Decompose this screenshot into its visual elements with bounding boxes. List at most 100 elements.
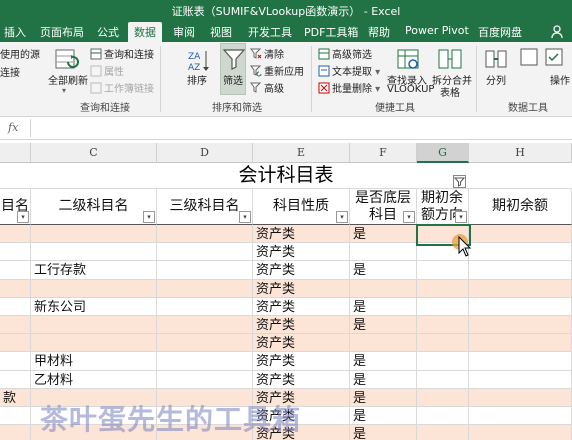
- cell-c-row-3[interactable]: 工行存款: [31, 261, 157, 280]
- cell-e-row-2[interactable]: 资产类: [253, 243, 350, 262]
- filter-dropdown-icon[interactable]: ▾: [17, 211, 29, 223]
- cell-e-row-3[interactable]: 资产类: [253, 261, 350, 280]
- cell-b-row-8[interactable]: [0, 352, 31, 371]
- column-header-f[interactable]: F: [350, 143, 417, 163]
- cell-g-row-10[interactable]: [417, 388, 469, 407]
- cell-b-row-2[interactable]: [0, 243, 31, 262]
- cell-f-row-4[interactable]: [350, 279, 417, 298]
- cell-e-row-5[interactable]: 资产类: [253, 297, 350, 316]
- filter-dropdown-icon[interactable]: ▾: [455, 211, 467, 223]
- edit-links-button[interactable]: 工作簿链接: [90, 80, 154, 95]
- cell-g-row-6[interactable]: [417, 316, 469, 335]
- tab-pdf-tools[interactable]: PDF工具箱: [304, 24, 358, 42]
- cell-d-row-5[interactable]: [157, 297, 253, 316]
- column-header-h[interactable]: H: [469, 143, 572, 163]
- cell-c-row-2[interactable]: [31, 243, 157, 262]
- filter-applied-icon[interactable]: [453, 175, 466, 188]
- header-cell-g[interactable]: 期初余 额方向 ▾: [417, 189, 469, 225]
- cell-h-row-9[interactable]: [469, 370, 572, 389]
- cell-c-row-6[interactable]: [31, 316, 157, 335]
- split-merge-table-label[interactable]: 表格: [440, 84, 460, 99]
- cell-f-row-1[interactable]: 是: [350, 225, 417, 244]
- filter-dropdown-icon[interactable]: ▾: [336, 211, 348, 223]
- cell-b-row-12[interactable]: [0, 425, 31, 440]
- cell-g-row-3[interactable]: [417, 261, 469, 280]
- cell-d-row-9[interactable]: [157, 370, 253, 389]
- formula-input[interactable]: [30, 119, 572, 137]
- cell-f-row-7[interactable]: [350, 334, 417, 353]
- refresh-dropdown-icon[interactable]: ▾: [62, 86, 66, 95]
- connections-label[interactable]: 连接: [0, 64, 20, 79]
- cell-c-row-4[interactable]: [31, 279, 157, 298]
- tab-data[interactable]: 数据: [128, 22, 162, 42]
- cell-f-row-9[interactable]: 是: [350, 370, 417, 389]
- cell-f-row-5[interactable]: 是: [350, 297, 417, 316]
- cell-g-row-7[interactable]: [417, 334, 469, 353]
- cell-g-row-4[interactable]: [417, 279, 469, 298]
- cell-c-row-9[interactable]: 乙材料: [31, 370, 157, 389]
- column-header-d[interactable]: D: [157, 143, 253, 163]
- advanced-filter-tool-button[interactable]: 高级筛选: [318, 46, 372, 61]
- cell-d-row-8[interactable]: [157, 352, 253, 371]
- text-to-columns-button[interactable]: 分列: [486, 72, 506, 87]
- cell-d-row-4[interactable]: [157, 279, 253, 298]
- cell-f-row-8[interactable]: 是: [350, 352, 417, 371]
- tab-review[interactable]: 审阅: [173, 24, 195, 42]
- cell-d-row-2[interactable]: [157, 243, 253, 262]
- header-cell-e[interactable]: 科目性质 ▾: [253, 189, 350, 225]
- operations-label[interactable]: 操作: [550, 72, 570, 87]
- clear-filter-button[interactable]: 清除: [250, 46, 284, 61]
- cell-g-row-12[interactable]: [417, 425, 469, 440]
- cell-h-row-6[interactable]: [469, 316, 572, 335]
- filter-dropdown-icon[interactable]: ▾: [239, 211, 251, 223]
- cell-g-row-5[interactable]: [417, 297, 469, 316]
- cell-f-row-10[interactable]: 是: [350, 388, 417, 407]
- cell-h-row-2[interactable]: [469, 243, 572, 262]
- cell-f-row-12[interactable]: 是: [350, 425, 417, 440]
- cell-g-row-9[interactable]: [417, 370, 469, 389]
- cell-e-row-1[interactable]: 资产类: [253, 225, 350, 244]
- header-cell-f[interactable]: 是否底层 科目 ▾: [350, 189, 417, 225]
- cell-c-row-7[interactable]: [31, 334, 157, 353]
- advanced-filter-button[interactable]: 高级: [250, 80, 284, 95]
- cell-b-row-5[interactable]: [0, 297, 31, 316]
- cell-f-row-11[interactable]: 是: [350, 407, 417, 426]
- cell-h-row-1[interactable]: [469, 225, 572, 244]
- tab-page-layout[interactable]: 页面布局: [40, 24, 84, 42]
- cell-b-row-4[interactable]: [0, 279, 31, 298]
- cell-g-row-8[interactable]: [417, 352, 469, 371]
- cell-b-row-11[interactable]: [0, 407, 31, 426]
- tab-developer[interactable]: 开发工具: [248, 24, 292, 42]
- fx-icon[interactable]: fx: [8, 121, 18, 134]
- cell-c-row-8[interactable]: 甲材料: [31, 352, 157, 371]
- vlookup-label[interactable]: VLOOKUP: [387, 84, 434, 95]
- cell-h-row-5[interactable]: [469, 297, 572, 316]
- cell-c-row-1[interactable]: [31, 225, 157, 244]
- cell-b-row-10[interactable]: 款: [0, 388, 31, 407]
- cell-h-row-10[interactable]: [469, 388, 572, 407]
- cell-b-row-3[interactable]: [0, 261, 31, 280]
- tab-formulas[interactable]: 公式: [97, 24, 119, 42]
- share-icon[interactable]: [542, 22, 572, 42]
- cell-g-row-11[interactable]: [417, 407, 469, 426]
- cell-c-row-5[interactable]: 新东公司: [31, 297, 157, 316]
- cell-d-row-6[interactable]: [157, 316, 253, 335]
- queries-connections-button[interactable]: 查询和连接: [90, 46, 154, 61]
- cell-f-row-2[interactable]: [350, 243, 417, 262]
- cell-e-row-6[interactable]: 资产类: [253, 316, 350, 335]
- header-cell-c[interactable]: 二级科目名 ▾: [31, 189, 157, 225]
- properties-button[interactable]: 属性: [90, 63, 124, 78]
- column-header-e[interactable]: E: [253, 143, 350, 163]
- cell-f-row-3[interactable]: 是: [350, 261, 417, 280]
- filter-dropdown-icon[interactable]: ▾: [143, 211, 155, 223]
- header-cell-b[interactable]: 目名 ▾: [0, 189, 31, 225]
- batch-delete-button[interactable]: 批量删除 ▾: [318, 80, 380, 95]
- cell-b-row-6[interactable]: [0, 316, 31, 335]
- cell-e-row-8[interactable]: 资产类: [253, 352, 350, 371]
- sheet-title[interactable]: 会计科目表: [0, 163, 572, 189]
- column-header-c[interactable]: C: [31, 143, 157, 163]
- cell-d-row-7[interactable]: [157, 334, 253, 353]
- cell-h-row-7[interactable]: [469, 334, 572, 353]
- header-cell-h[interactable]: 期初余额: [469, 189, 572, 225]
- cell-h-row-8[interactable]: [469, 352, 572, 371]
